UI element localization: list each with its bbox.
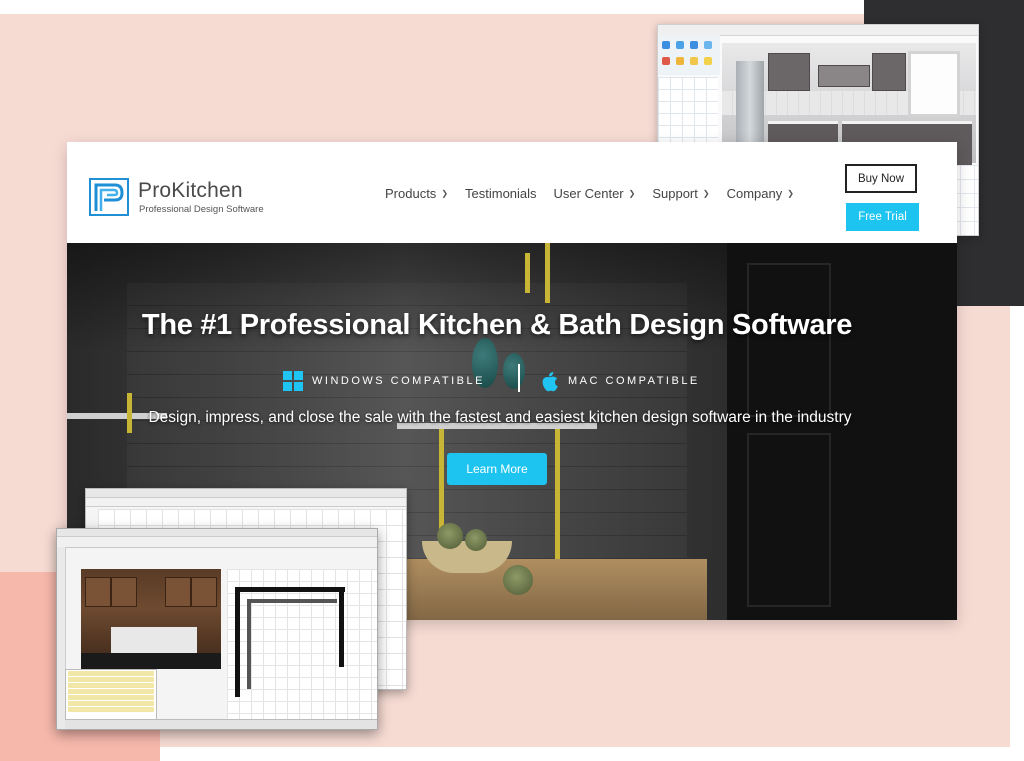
nav-products-label: Products: [385, 186, 437, 201]
nav-user-center-label: User Center: [553, 186, 624, 201]
hero-dark-cabinet: [727, 243, 957, 620]
windows-compatible-label: WINDOWS COMPATIBLE: [312, 375, 485, 387]
nav-company-label: Company: [726, 186, 783, 201]
free-trial-button[interactable]: Free Trial: [846, 203, 919, 231]
nav-company[interactable]: Company ❯: [727, 186, 794, 201]
brand-tagline: Professional Design Software: [139, 204, 264, 215]
mac-compatible-label: MAC COMPATIBLE: [568, 375, 700, 387]
apple-icon: [542, 371, 558, 391]
catalog-list: [65, 669, 157, 723]
chevron-down-icon: ❯: [441, 189, 449, 198]
software-screenshot-design: [56, 528, 378, 730]
screenshot-toolbar: [658, 35, 720, 75]
chevron-down-icon: ❯: [702, 189, 710, 198]
kitchen-render-image: [81, 569, 221, 669]
windows-icon: [283, 371, 303, 391]
nav-support[interactable]: Support ❯: [652, 186, 709, 201]
buy-now-button[interactable]: Buy Now: [845, 164, 917, 193]
nav-support-label: Support: [652, 186, 698, 201]
site-header: ProKitchen Professional Design Software …: [67, 142, 957, 243]
nav-testimonials-label: Testimonials: [465, 186, 537, 201]
learn-more-button[interactable]: Learn More: [447, 453, 547, 485]
nav-user-center[interactable]: User Center ❯: [554, 186, 636, 201]
nav-products[interactable]: Products ❯: [385, 186, 448, 201]
main-nav: Products ❯ Testimonials User Center ❯ Su…: [385, 186, 794, 201]
view-tabs: [65, 719, 377, 729]
hero-subtitle: Design, impress, and close the sale with…: [148, 409, 852, 426]
windows-compatible-badge: WINDOWS COMPATIBLE: [283, 367, 485, 395]
brand-name[interactable]: ProKitchen: [138, 179, 243, 203]
prokitchen-logo-icon[interactable]: [89, 178, 129, 216]
mac-compatible-badge: MAC COMPATIBLE: [541, 367, 700, 395]
nav-testimonials[interactable]: Testimonials: [465, 186, 537, 201]
hero-title: The #1 Professional Kitchen & Bath Desig…: [141, 309, 853, 341]
chevron-down-icon: ❯: [787, 189, 794, 198]
floor-plan: [227, 569, 377, 719]
compat-divider: [518, 364, 520, 392]
chevron-down-icon: ❯: [628, 189, 636, 198]
